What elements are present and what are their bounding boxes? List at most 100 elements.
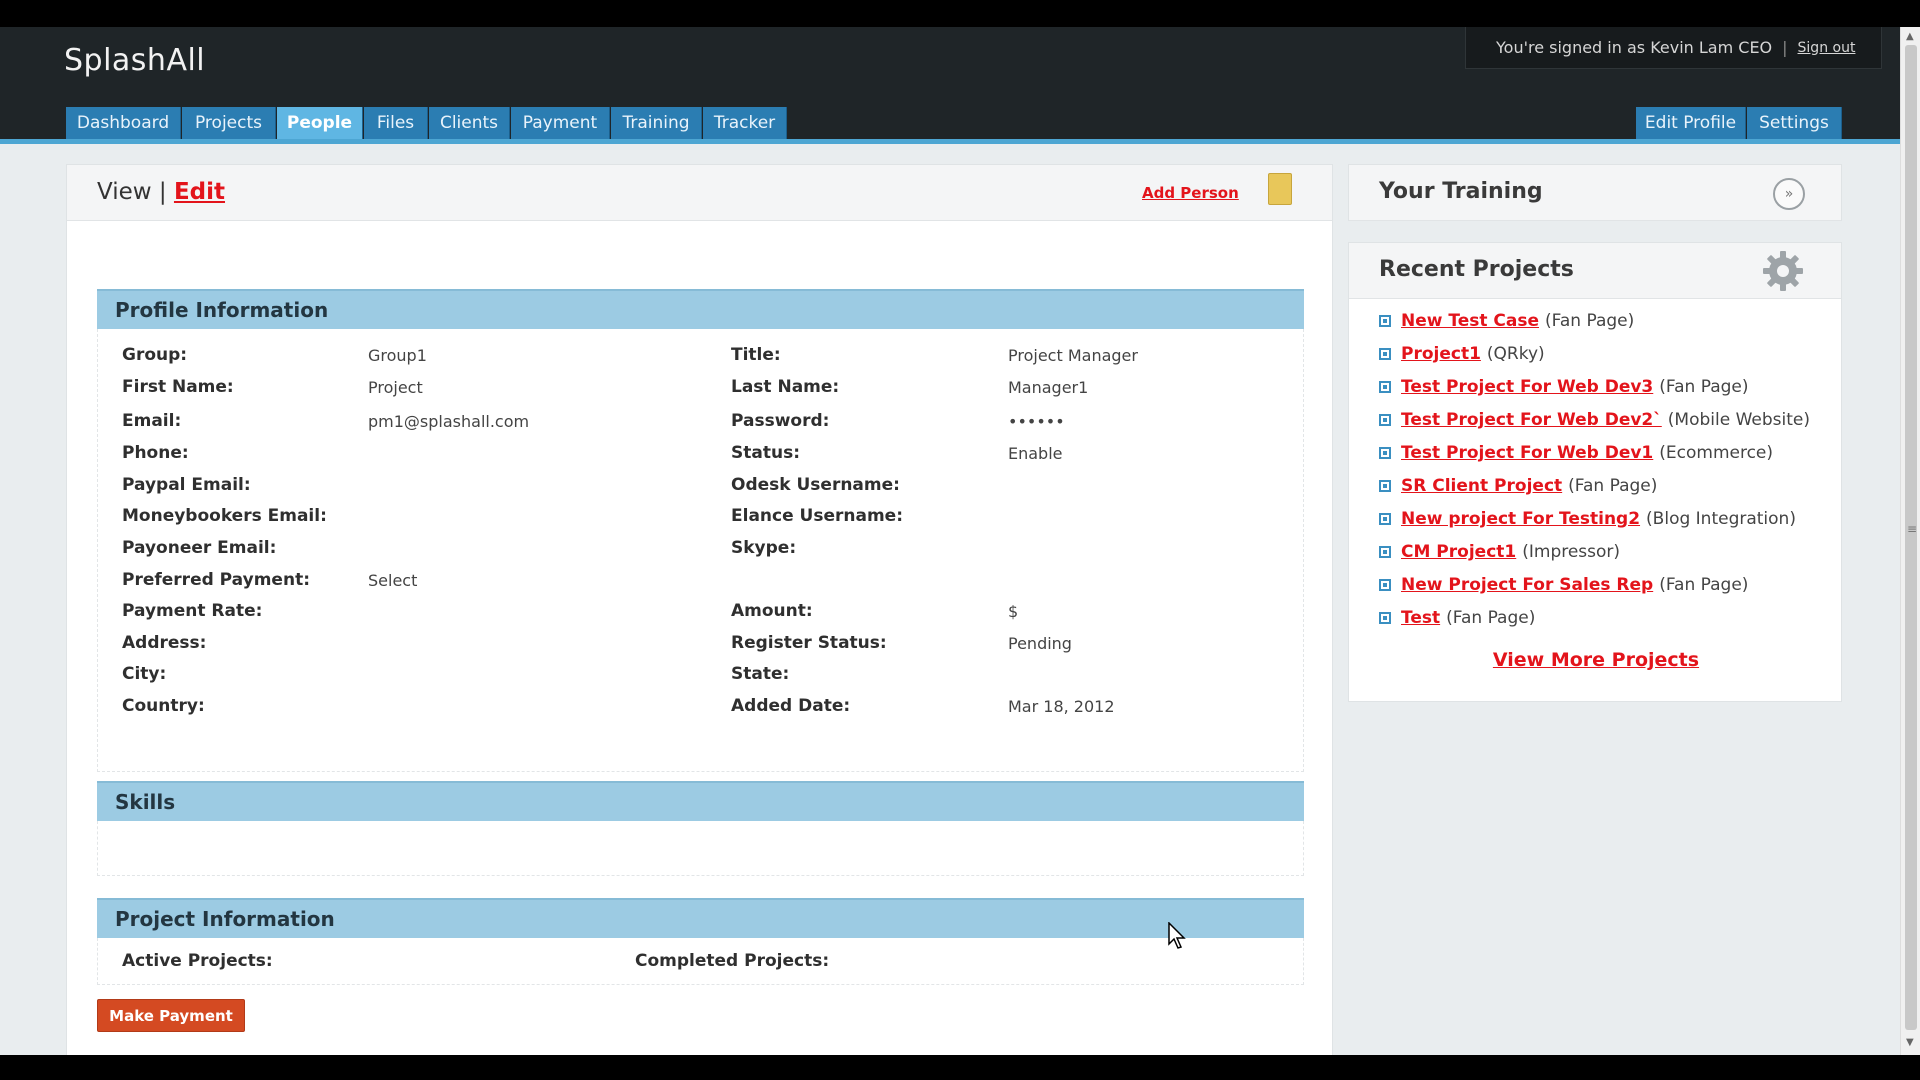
recent-project-item: Test Project For Web Dev2` (Mobile Websit… bbox=[1379, 410, 1810, 430]
expand-square-icon[interactable] bbox=[1379, 414, 1391, 426]
field-value: pm1@splashall.com bbox=[368, 412, 530, 431]
project-link[interactable]: CM Project1 bbox=[1401, 542, 1516, 562]
project-link[interactable]: Test bbox=[1401, 608, 1440, 628]
scroll-up-arrow-icon[interactable]: ▲ bbox=[1906, 31, 1914, 42]
app-window: SplashAll You're signed in as Kevin Lam … bbox=[0, 27, 1920, 1055]
tab-files[interactable]: Files bbox=[364, 107, 428, 139]
your-training-panel: Your Training » bbox=[1348, 164, 1842, 221]
brand-logo[interactable]: SplashAll bbox=[64, 43, 205, 78]
project-link[interactable]: Test Project For Web Dev2` bbox=[1401, 410, 1662, 430]
project-link[interactable]: New Test Case bbox=[1401, 311, 1539, 331]
expand-square-icon[interactable] bbox=[1379, 447, 1391, 459]
field-label: Last Name: bbox=[731, 377, 840, 397]
view-label: View | bbox=[97, 179, 167, 205]
expand-square-icon[interactable] bbox=[1379, 513, 1391, 525]
recent-projects-panel: Recent Projects New Test Case (Fan Page) P… bbox=[1348, 242, 1842, 702]
tab-training[interactable]: Training bbox=[611, 107, 702, 139]
person-detail-panel: View | Edit Add Person Profile Informati… bbox=[66, 164, 1333, 1055]
double-chevron-down-icon[interactable]: » bbox=[1773, 178, 1805, 210]
view-more-projects-link[interactable]: View More Projects bbox=[1349, 649, 1843, 671]
field-value: Enable bbox=[1008, 444, 1063, 463]
field-label: Preferred Payment: bbox=[122, 570, 310, 590]
tab-projects[interactable]: Projects bbox=[182, 107, 276, 139]
field-label: City: bbox=[122, 664, 167, 684]
skills-body bbox=[97, 821, 1304, 876]
account-info: You're signed in as Kevin Lam CEO | Sign… bbox=[1465, 27, 1882, 69]
tab-tracker[interactable]: Tracker bbox=[703, 107, 787, 139]
project-type: (Blog Integration) bbox=[1646, 509, 1796, 529]
project-type: (Mobile Website) bbox=[1667, 410, 1810, 430]
project-type: (Fan Page) bbox=[1545, 311, 1635, 331]
profile-information-body bbox=[97, 329, 1304, 772]
recent-project-item: SR Client Project (Fan Page) bbox=[1379, 476, 1657, 496]
project-type: (Impressor) bbox=[1522, 542, 1621, 562]
field-label: First Name: bbox=[122, 377, 234, 397]
sign-out-link[interactable]: Sign out bbox=[1798, 40, 1856, 56]
tab-payment[interactable]: Payment bbox=[511, 107, 610, 139]
training-header: Your Training » bbox=[1349, 165, 1841, 221]
completed-projects-label: Completed Projects: bbox=[635, 951, 830, 971]
expand-square-icon[interactable] bbox=[1379, 315, 1391, 327]
make-payment-button[interactable]: Make Payment bbox=[97, 999, 245, 1032]
project-link[interactable]: New Project For Sales Rep bbox=[1401, 575, 1653, 595]
panel-header: View | Edit Add Person bbox=[67, 165, 1332, 221]
field-value: •••••• bbox=[1008, 412, 1065, 431]
field-label: Phone: bbox=[122, 443, 189, 463]
add-person-link[interactable]: Add Person bbox=[1142, 184, 1239, 202]
field-value: Pending bbox=[1008, 634, 1072, 653]
scroll-thumb[interactable] bbox=[1905, 45, 1917, 1030]
field-label: Email: bbox=[122, 411, 182, 431]
expand-square-icon[interactable] bbox=[1379, 480, 1391, 492]
header-divider bbox=[0, 139, 1900, 144]
expand-square-icon[interactable] bbox=[1379, 348, 1391, 360]
field-label: Added Date: bbox=[731, 696, 851, 716]
project-type: (Fan Page) bbox=[1446, 608, 1536, 628]
field-label: Group: bbox=[122, 345, 188, 365]
vertical-scrollbar[interactable]: ▲ ≡ ▼ bbox=[1900, 27, 1920, 1055]
scroll-down-arrow-icon[interactable]: ▼ bbox=[1906, 1037, 1914, 1048]
document-icon[interactable] bbox=[1268, 173, 1292, 205]
recent-project-item: Test Project For Web Dev3 (Fan Page) bbox=[1379, 377, 1749, 397]
signed-in-text: You're signed in as Kevin Lam CEO bbox=[1496, 38, 1773, 57]
field-label: Moneybookers Email: bbox=[122, 506, 327, 526]
project-link[interactable]: Test Project For Web Dev1 bbox=[1401, 443, 1653, 463]
training-title: Your Training bbox=[1379, 179, 1543, 204]
skills-header: Skills bbox=[97, 781, 1304, 821]
expand-square-icon[interactable] bbox=[1379, 612, 1391, 624]
view-edit-toggle: View | Edit bbox=[97, 179, 225, 205]
field-label: Amount: bbox=[731, 601, 813, 621]
project-type: (Fan Page) bbox=[1568, 476, 1658, 496]
project-link[interactable]: Test Project For Web Dev3 bbox=[1401, 377, 1653, 397]
recent-project-item: CM Project1 (Impressor) bbox=[1379, 542, 1620, 562]
expand-square-icon[interactable] bbox=[1379, 579, 1391, 591]
expand-square-icon[interactable] bbox=[1379, 381, 1391, 393]
tab-clients[interactable]: Clients bbox=[429, 107, 510, 139]
expand-square-icon[interactable] bbox=[1379, 546, 1391, 558]
project-type: (Fan Page) bbox=[1659, 575, 1749, 595]
tab-dashboard[interactable]: Dashboard bbox=[66, 107, 181, 139]
edit-link[interactable]: Edit bbox=[174, 179, 225, 205]
field-label: Password: bbox=[731, 411, 830, 431]
field-label: State: bbox=[731, 664, 790, 684]
active-projects-label: Active Projects: bbox=[122, 951, 273, 971]
mouse-cursor-icon bbox=[1168, 922, 1186, 949]
project-link[interactable]: Project1 bbox=[1401, 344, 1481, 364]
recent-project-item: Project1 (QRky) bbox=[1379, 344, 1545, 364]
field-value: Select bbox=[368, 571, 418, 590]
field-value: Manager1 bbox=[1008, 378, 1089, 397]
tab-people[interactable]: People bbox=[277, 107, 363, 139]
field-value: Mar 18, 2012 bbox=[1008, 697, 1115, 716]
recent-project-item: New project For Testing2 (Blog Integratio… bbox=[1379, 509, 1796, 529]
project-link[interactable]: SR Client Project bbox=[1401, 476, 1562, 496]
field-label: Skype: bbox=[731, 538, 797, 558]
recent-project-item: New Project For Sales Rep (Fan Page) bbox=[1379, 575, 1748, 595]
tab-edit-profile[interactable]: Edit Profile bbox=[1636, 107, 1746, 139]
field-label: Elance Username: bbox=[731, 506, 903, 526]
tab-settings[interactable]: Settings bbox=[1747, 107, 1842, 139]
recent-project-item: Test Project For Web Dev1 (Ecommerce) bbox=[1379, 443, 1773, 463]
field-label: Payment Rate: bbox=[122, 601, 263, 621]
field-label: Register Status: bbox=[731, 633, 887, 653]
project-link[interactable]: New project For Testing2 bbox=[1401, 509, 1640, 529]
gear-icon[interactable] bbox=[1761, 249, 1805, 293]
recent-projects-header: Recent Projects bbox=[1349, 243, 1841, 299]
